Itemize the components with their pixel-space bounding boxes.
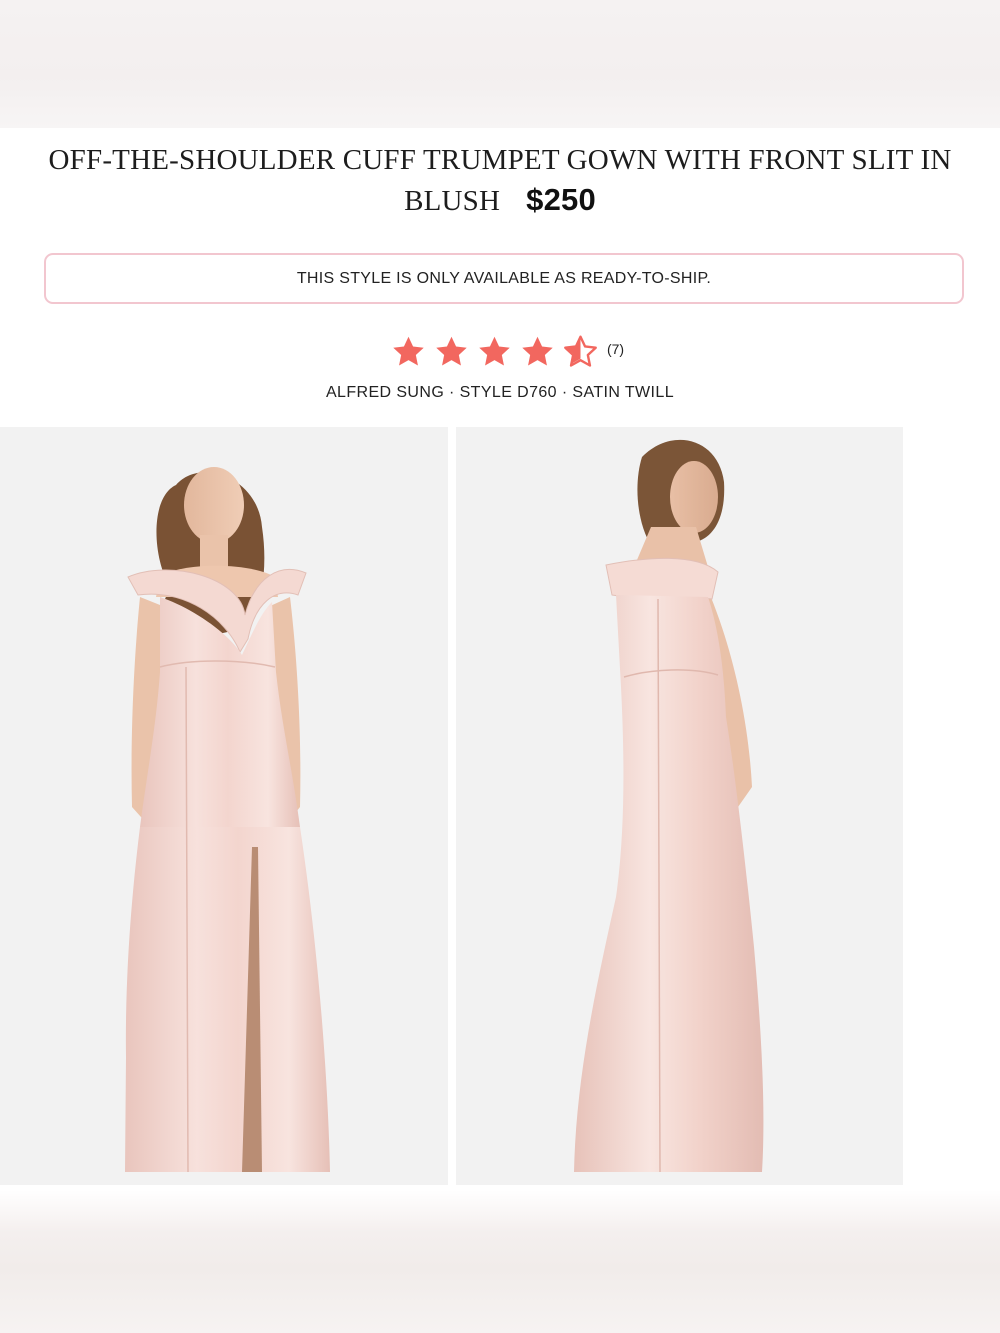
product-title-line1: OFF-THE-SHOULDER CUFF TRUMPET GOWN WITH … <box>48 144 952 176</box>
star-rating <box>390 334 599 370</box>
front-gown-illustration <box>0 427 448 1185</box>
back-gown-illustration <box>456 427 903 1185</box>
notice-text: THIS STYLE IS ONLY AVAILABLE AS READY-TO… <box>296 269 712 287</box>
star-full-icon <box>393 336 424 366</box>
star-full-icon <box>436 336 467 366</box>
product-price: $250 <box>526 182 596 217</box>
star-half-icon <box>564 335 597 367</box>
back-view-photo[interactable] <box>456 427 903 1185</box>
rating-summary[interactable]: (7) <box>0 334 1000 370</box>
product-title: OFF-THE-SHOULDER CUFF TRUMPET GOWN WITH … <box>0 140 1000 221</box>
product-title-line2: BLUSH <box>404 185 501 217</box>
star-full-icon <box>522 336 553 366</box>
front-view-photo[interactable] <box>0 427 448 1185</box>
product-meta: ALFRED SUNG · STYLE D760 · SATIN TWILL <box>325 384 675 401</box>
review-count-link[interactable]: (7) <box>607 341 624 357</box>
ready-to-ship-notice: THIS STYLE IS ONLY AVAILABLE AS READY-TO… <box>44 253 964 304</box>
bottom-blurred-backdrop <box>0 1190 1000 1333</box>
top-blurred-backdrop <box>0 0 1000 128</box>
star-full-icon <box>479 336 510 366</box>
